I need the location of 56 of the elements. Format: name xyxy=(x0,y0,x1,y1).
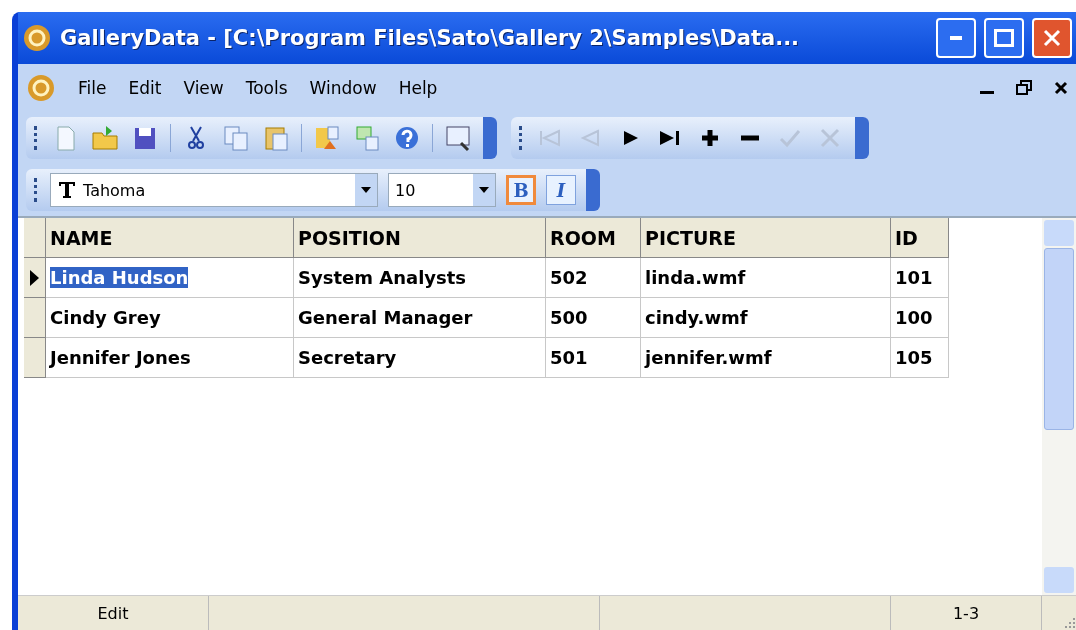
column-header[interactable]: ROOM xyxy=(546,218,641,258)
menu-item[interactable]: Window xyxy=(309,78,377,98)
minimize-button[interactable] xyxy=(936,18,976,58)
preview-icon[interactable] xyxy=(443,123,473,153)
app-logo-icon xyxy=(22,23,52,53)
column-header[interactable]: NAME xyxy=(46,218,294,258)
table-cell: Jennifer Jones xyxy=(46,338,294,378)
window-title: GalleryData - [C:\Program Files\Sato\Gallery 2\Samples\Data... xyxy=(60,26,801,50)
row-header[interactable] xyxy=(24,258,46,298)
column-header[interactable]: ID xyxy=(891,218,949,258)
table-cell: 101 xyxy=(891,258,949,298)
restore-icon[interactable] xyxy=(1016,80,1032,96)
close-icon xyxy=(1042,28,1062,48)
table-cell: 502 xyxy=(546,258,641,298)
table-cell: 500 xyxy=(546,298,641,338)
font-dropdown[interactable]: Tahoma xyxy=(50,173,378,207)
corner-header xyxy=(24,218,46,258)
maximize-button[interactable] xyxy=(984,18,1024,58)
vertical-scrollbar[interactable] xyxy=(1042,218,1076,595)
column-header[interactable]: PICTURE xyxy=(641,218,891,258)
close-button[interactable] xyxy=(1032,18,1072,58)
menu-item[interactable]: File xyxy=(78,78,107,98)
menu-item[interactable]: Edit xyxy=(128,78,162,98)
table-cell: General Manager xyxy=(294,298,546,338)
table-cell: 100 xyxy=(891,298,949,338)
status-mode: Edit xyxy=(97,603,129,623)
open-folder-icon[interactable] xyxy=(90,123,120,153)
maximize-icon xyxy=(994,29,1014,47)
italic-button[interactable]: I xyxy=(546,175,576,205)
font-icon xyxy=(57,180,77,200)
toolbar-options-button[interactable] xyxy=(855,117,869,159)
menu-item[interactable]: View xyxy=(183,78,224,98)
table-cell: 105 xyxy=(891,338,949,378)
record-range: 1-3 xyxy=(952,603,980,623)
table-cell: System Analysts xyxy=(294,258,546,298)
app-logo-icon xyxy=(26,73,56,103)
table-cell: Cindy Grey xyxy=(46,298,294,338)
toolbar-options-button[interactable] xyxy=(483,117,497,159)
caret-icon[interactable] xyxy=(479,187,489,193)
table-cell: Secretary xyxy=(294,338,546,378)
minimize-icon xyxy=(950,36,962,40)
column-header[interactable]: POSITION xyxy=(294,218,546,258)
table-cell: 501 xyxy=(546,338,641,378)
table-cell: Linda Hudson xyxy=(46,258,294,298)
toolbar-options-button[interactable] xyxy=(586,169,600,211)
table-cell: cindy.wmf xyxy=(641,298,891,338)
bold-button[interactable]: B xyxy=(506,175,536,205)
copy-icon[interactable] xyxy=(221,123,251,153)
caret-icon[interactable] xyxy=(361,187,371,193)
current-row-icon xyxy=(30,269,39,286)
close-icon[interactable] xyxy=(1054,81,1068,95)
table-cell: linda.wmf xyxy=(641,258,891,298)
menu-item[interactable]: Help xyxy=(398,78,438,98)
font-size-dropdown[interactable]: 10 xyxy=(388,173,496,207)
menu-item[interactable]: Tools xyxy=(245,78,288,98)
table-cell: jennifer.wmf xyxy=(641,338,891,378)
